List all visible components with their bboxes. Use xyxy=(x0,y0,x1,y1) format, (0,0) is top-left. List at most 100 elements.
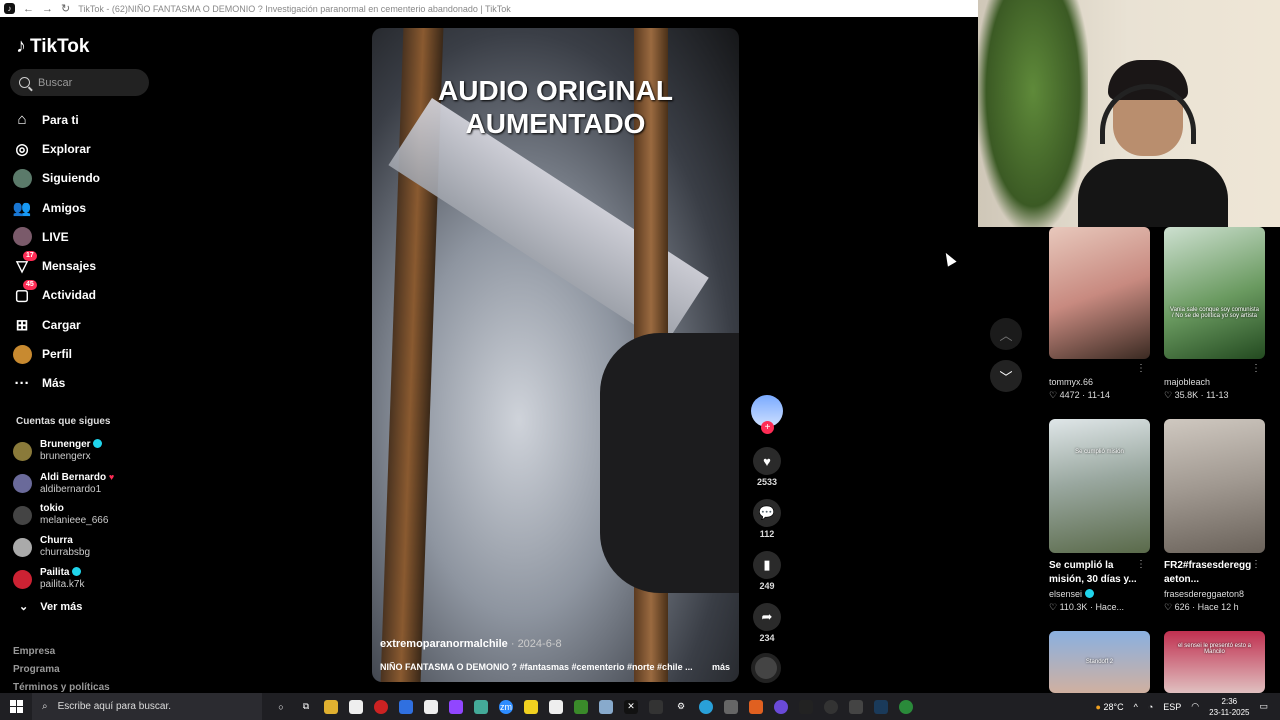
footer-link-programa[interactable]: Programa xyxy=(13,661,110,679)
feed-card[interactable]: Vania sale conque soy comunista / No se … xyxy=(1164,227,1265,401)
sidebar-item-actividad[interactable]: ▢ 45 Actividad xyxy=(12,280,158,310)
following-account[interactable]: Brunenger brunengerx xyxy=(13,435,159,467)
share-button[interactable]: ➦ 234 xyxy=(751,603,783,643)
capcut-icon[interactable]: ✕ xyxy=(624,699,638,714)
app-icon[interactable] xyxy=(724,699,738,714)
tiktok-logo[interactable]: ♪ TikTok xyxy=(16,35,89,58)
feed-card[interactable]: el sensei le presentó esto a Mancilo xyxy=(1164,631,1265,693)
following-account[interactable]: Churra churrabsbg xyxy=(13,531,159,563)
sidebar-item-siguiendo[interactable]: Siguiendo xyxy=(12,164,158,193)
sidebar-item-mas[interactable]: ··· Más xyxy=(12,369,158,398)
like-button[interactable]: ♥ 2533 xyxy=(751,447,783,487)
file-explorer-icon[interactable] xyxy=(324,699,338,714)
card-title[interactable]: Se cumplió la misión, 30 días y... xyxy=(1049,559,1150,587)
forward-icon[interactable]: → xyxy=(42,3,53,15)
sidebar-item-mensajes[interactable]: ▽ 17 Mensajes xyxy=(12,251,158,280)
reload-icon[interactable]: ↻ xyxy=(61,2,70,15)
video-thumbnail[interactable]: Se cumplió misión xyxy=(1049,419,1150,553)
sidebar-item-cargar[interactable]: ⊞ Cargar xyxy=(12,310,158,339)
file-icon[interactable] xyxy=(349,699,363,714)
see-more-button[interactable]: ⌄ Ver más xyxy=(19,600,82,614)
video-player[interactable]: AUDIO ORIGINAL AUMENTADO extremoparanorm… xyxy=(372,28,739,682)
steam-icon[interactable] xyxy=(874,699,888,714)
taskbar-search[interactable]: ⌕ Escribe aquí para buscar. xyxy=(32,693,262,720)
file-icon[interactable] xyxy=(424,699,438,714)
clock[interactable]: 2:36 23-11-2025 xyxy=(1209,696,1249,718)
sidebar-item-para-ti[interactable]: ⌂ Para ti xyxy=(12,105,158,134)
minecraft-icon[interactable] xyxy=(574,699,588,714)
app-icon[interactable] xyxy=(799,699,813,714)
settings-gear-icon[interactable]: ⚙ xyxy=(674,700,688,714)
sticky-notes-icon[interactable] xyxy=(524,699,538,714)
telegram-icon[interactable] xyxy=(699,699,713,714)
sidebar-item-perfil[interactable]: Perfil xyxy=(12,339,158,368)
heart-icon: ♥ xyxy=(753,447,781,475)
account-username: brunengerx xyxy=(40,451,91,462)
app-icon[interactable] xyxy=(849,699,863,714)
video-thumbnail[interactable]: el sensei le presentó esto a Mancilo xyxy=(1164,631,1265,693)
app-icon[interactable] xyxy=(749,699,763,714)
language-indicator[interactable]: ESP xyxy=(1163,702,1181,712)
next-video-button[interactable]: ﹀ xyxy=(990,360,1022,392)
comment-button[interactable]: 💬 112 xyxy=(751,499,783,539)
video-thumbnail[interactable]: Vania sale conque soy comunista / No se … xyxy=(1164,227,1265,359)
video-author[interactable]: extremoparanormalchile · 2024-6-8 xyxy=(380,638,562,650)
tiktok-note-icon: ♪ xyxy=(16,35,26,57)
video-thumbnail[interactable] xyxy=(1049,227,1150,359)
card-username[interactable]: frasesdereggaeton8 xyxy=(1164,589,1265,599)
follow-plus-icon[interactable]: + xyxy=(761,421,774,434)
previous-video-button[interactable]: ︿ xyxy=(990,318,1022,350)
search-input[interactable]: Buscar xyxy=(10,69,149,96)
following-account[interactable]: Pailita pailita.k7k xyxy=(13,563,159,595)
feed-card[interactable]: Se cumplió misión ⋮ Se cumplió la misión… xyxy=(1049,419,1150,613)
feed-card[interactable]: Standoff 2 xyxy=(1049,631,1150,693)
following-account[interactable]: Aldi Bernardo ♥ aldibernardo1 xyxy=(13,467,159,499)
twitch-icon[interactable] xyxy=(449,699,463,714)
card-username[interactable]: majobleach xyxy=(1164,377,1265,387)
network-icon[interactable]: ◔ xyxy=(1148,702,1153,712)
more-options-icon[interactable]: ⋮ xyxy=(1251,363,1261,374)
more-options-icon[interactable]: ⋮ xyxy=(1251,559,1261,570)
nav-list: ⌂ Para ti ◎ Explorar Siguiendo 👥 Amigos … xyxy=(12,105,158,398)
following-list: Brunenger brunengerx Aldi Bernardo ♥ ald… xyxy=(13,435,159,595)
app-icon[interactable] xyxy=(474,699,488,714)
chevron-up-icon[interactable]: ^ xyxy=(1134,702,1138,712)
more-link[interactable]: más xyxy=(712,662,730,672)
account-name: tokio xyxy=(40,503,64,514)
discord-icon[interactable] xyxy=(774,699,788,714)
back-icon[interactable]: ← xyxy=(23,3,34,15)
share-count: 234 xyxy=(759,633,775,643)
creator-avatar[interactable]: + xyxy=(751,395,783,434)
sidebar-item-amigos[interactable]: 👥 Amigos xyxy=(12,193,158,222)
cortana-icon[interactable]: ○ xyxy=(274,700,288,714)
wifi-icon[interactable]: ◠ xyxy=(1191,701,1199,712)
feed-card[interactable]: ⋮ FR2#frasesderegg aeton... frasesderegg… xyxy=(1164,419,1265,613)
friends-icon: 👥 xyxy=(12,199,32,217)
card-username[interactable]: tommyx.66 xyxy=(1049,377,1150,387)
opera-icon[interactable] xyxy=(374,699,388,714)
footer-link-empresa[interactable]: Empresa xyxy=(13,643,110,661)
weather-widget[interactable]: ● 28°C xyxy=(1096,702,1124,712)
save-button[interactable]: ▮ 249 xyxy=(751,551,783,591)
start-button[interactable] xyxy=(0,693,32,720)
more-options-icon[interactable]: ⋮ xyxy=(1136,363,1146,374)
feed-card[interactable]: ⋮ tommyx.66 ♡ 4472 · 11-14 xyxy=(1049,227,1150,401)
card-username[interactable]: elsensei xyxy=(1049,589,1082,599)
task-view-icon[interactable]: ⧉ xyxy=(299,700,313,714)
notifications-icon[interactable]: ▭ xyxy=(1259,701,1268,712)
zoom-icon[interactable]: zm xyxy=(499,699,513,714)
file-icon[interactable] xyxy=(549,699,563,714)
card-title[interactable]: FR2#frasesderegg aeton... xyxy=(1164,559,1265,587)
sidebar-item-explorar[interactable]: ◎ Explorar xyxy=(12,134,158,163)
obs-icon[interactable] xyxy=(824,699,838,714)
app-icon[interactable] xyxy=(399,699,413,714)
video-thumbnail[interactable] xyxy=(1164,419,1265,553)
video-thumbnail[interactable]: Standoff 2 xyxy=(1049,631,1150,693)
following-account[interactable]: tokio melanieee_666 xyxy=(13,499,159,531)
more-options-icon[interactable]: ⋮ xyxy=(1136,559,1146,570)
app-icon[interactable] xyxy=(649,699,663,714)
sidebar-item-live[interactable]: LIVE xyxy=(12,222,158,251)
chrome-icon[interactable] xyxy=(899,699,913,714)
music-disc-icon[interactable] xyxy=(751,653,781,683)
app-icon[interactable] xyxy=(599,699,613,714)
